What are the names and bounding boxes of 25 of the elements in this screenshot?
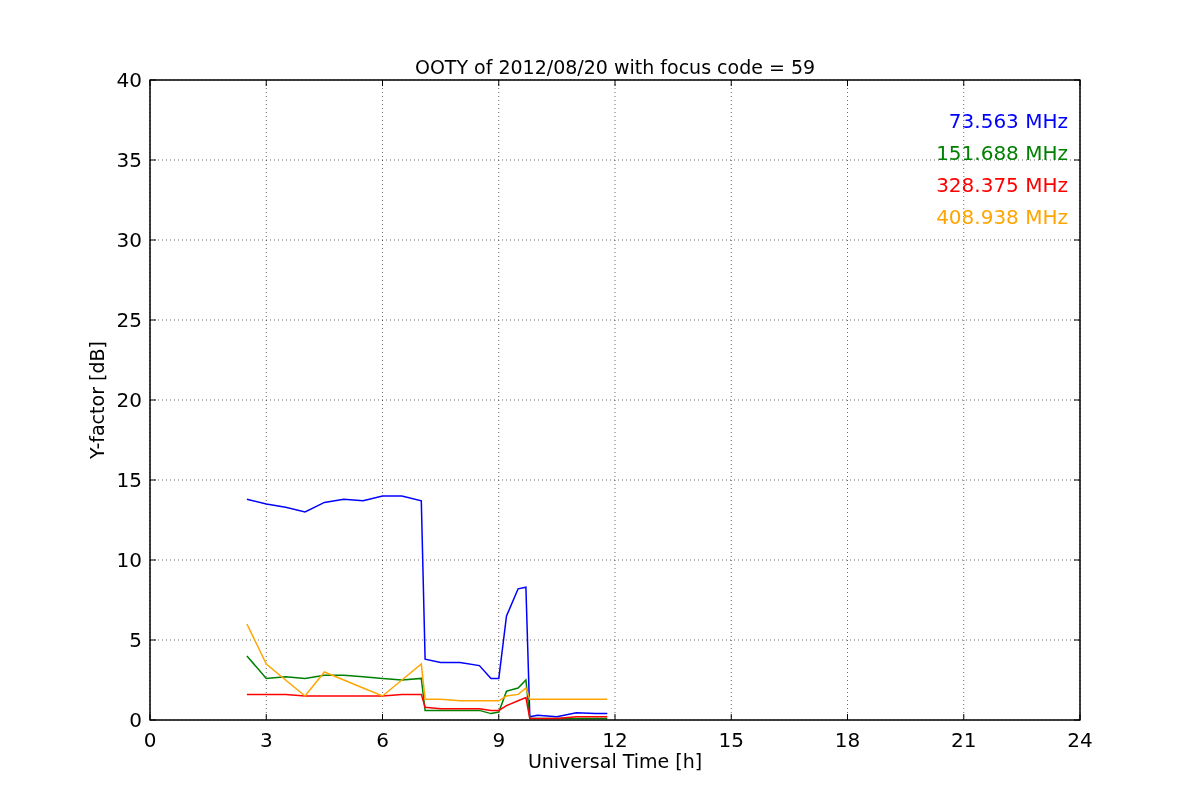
x-tick-label: 3	[259, 728, 273, 752]
x-axis-label: Universal Time [h]	[527, 750, 703, 772]
x-tick-label: 9	[492, 728, 506, 752]
legend-label: 408.938 MHz	[936, 205, 1068, 229]
x-tick-label: 15	[718, 728, 744, 752]
y-tick-label: 0	[129, 708, 142, 732]
x-tick-label: 21	[951, 728, 977, 752]
y-tick-label: 15	[116, 468, 142, 492]
y-tick-label: 35	[116, 148, 142, 172]
y-tick-label: 25	[116, 308, 142, 332]
y-tick-label: 30	[116, 228, 142, 252]
x-tick-label: 0	[143, 728, 157, 752]
y-tick-label: 10	[116, 548, 142, 572]
legend-label: 73.563 MHz	[948, 109, 1068, 133]
x-tick-label: 18	[834, 728, 861, 752]
legend-label: 151.688 MHz	[936, 141, 1068, 165]
x-tick-label: 12	[602, 728, 628, 752]
legend-label: 328.375 MHz	[936, 173, 1068, 197]
y-tick-label: 5	[129, 628, 142, 652]
x-tick-label: 24	[1067, 728, 1093, 752]
x-tick-label: 6	[376, 728, 389, 752]
y-tick-label: 20	[116, 388, 142, 412]
y-axis-label: Y-factor [dB]	[86, 341, 108, 459]
y-tick-label: 40	[116, 68, 142, 92]
chart-title: OOTY of 2012/08/20 with focus code = 59	[414, 56, 816, 78]
